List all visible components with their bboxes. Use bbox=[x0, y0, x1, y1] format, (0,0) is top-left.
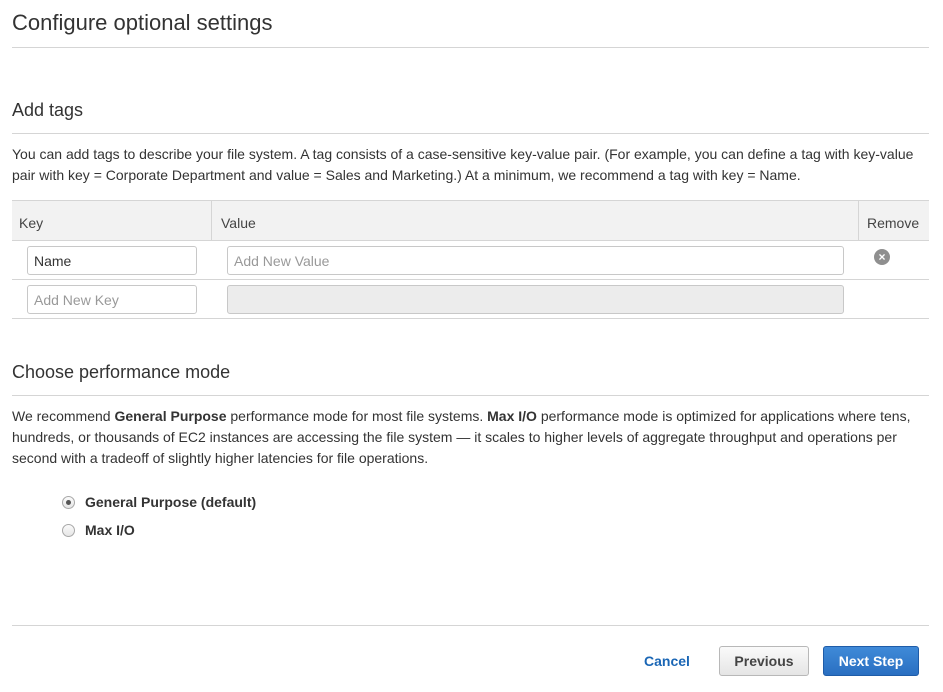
column-header-remove: Remove bbox=[867, 215, 920, 231]
description-text: performance mode for most file systems. bbox=[226, 408, 488, 424]
tags-table: Key Value Remove × bbox=[12, 200, 929, 319]
next-step-button[interactable]: Next Step bbox=[823, 646, 919, 676]
radio-option-max-io[interactable]: Max I/O bbox=[62, 522, 135, 538]
new-tag-value-input bbox=[227, 285, 844, 314]
add-tags-heading: Add tags bbox=[12, 100, 84, 120]
performance-mode-heading: Choose performance mode bbox=[12, 362, 231, 382]
remove-circle-icon[interactable]: × bbox=[874, 249, 890, 265]
cancel-button[interactable]: Cancel bbox=[630, 646, 704, 676]
page-title: Configure optional settings bbox=[12, 10, 273, 35]
new-tag-key-input[interactable] bbox=[27, 285, 197, 314]
radio-label: Max I/O bbox=[85, 522, 135, 538]
tags-table-header: Key Value Remove bbox=[12, 200, 929, 241]
description-emphasis: Max I/O bbox=[487, 408, 537, 424]
performance-mode-description: We recommend General Purpose performance… bbox=[12, 406, 929, 469]
table-row: × bbox=[12, 241, 929, 280]
radio-button-selected[interactable] bbox=[62, 495, 75, 509]
tag-key-input[interactable] bbox=[27, 246, 197, 275]
radio-button[interactable] bbox=[62, 523, 75, 537]
previous-button[interactable]: Previous bbox=[719, 646, 809, 676]
performance-mode-divider bbox=[12, 395, 929, 396]
radio-option-general-purpose[interactable]: General Purpose (default) bbox=[62, 494, 256, 510]
footer-divider bbox=[12, 625, 929, 626]
column-header-value: Value bbox=[212, 201, 859, 240]
tag-value-input[interactable] bbox=[227, 246, 844, 275]
add-tags-description: You can add tags to describe your file s… bbox=[12, 146, 914, 183]
description-emphasis: General Purpose bbox=[114, 408, 227, 424]
add-tags-divider bbox=[12, 133, 929, 134]
column-header-key: Key bbox=[12, 201, 212, 240]
table-row bbox=[12, 280, 929, 319]
radio-label: General Purpose (default) bbox=[85, 494, 257, 510]
title-divider bbox=[12, 47, 929, 48]
description-text: We recommend bbox=[12, 408, 115, 424]
